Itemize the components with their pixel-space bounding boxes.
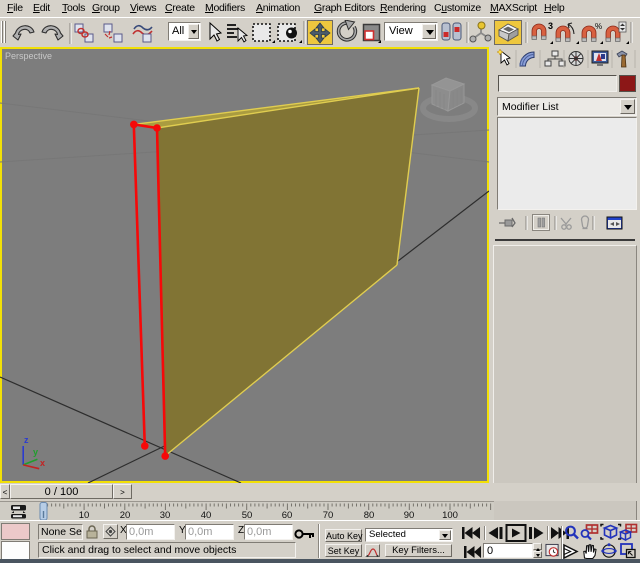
svg-text:40: 40 (201, 510, 212, 520)
svg-text:z: z (24, 435, 29, 445)
svg-text:10: 10 (79, 510, 90, 520)
svg-text:100: 100 (442, 510, 458, 520)
svg-text:x: x (40, 458, 45, 468)
svg-text:y: y (33, 447, 38, 457)
svg-text:Perspective: Perspective (5, 51, 52, 61)
svg-text:90: 90 (404, 510, 415, 520)
svg-text:70: 70 (323, 510, 334, 520)
svg-text:80: 80 (364, 510, 375, 520)
svg-text:50: 50 (242, 510, 253, 520)
svg-text:30: 30 (160, 510, 171, 520)
svg-text:3: 3 (548, 21, 553, 31)
svg-text:%: % (595, 22, 602, 31)
svg-text:60: 60 (282, 510, 293, 520)
svg-text:20: 20 (120, 510, 131, 520)
